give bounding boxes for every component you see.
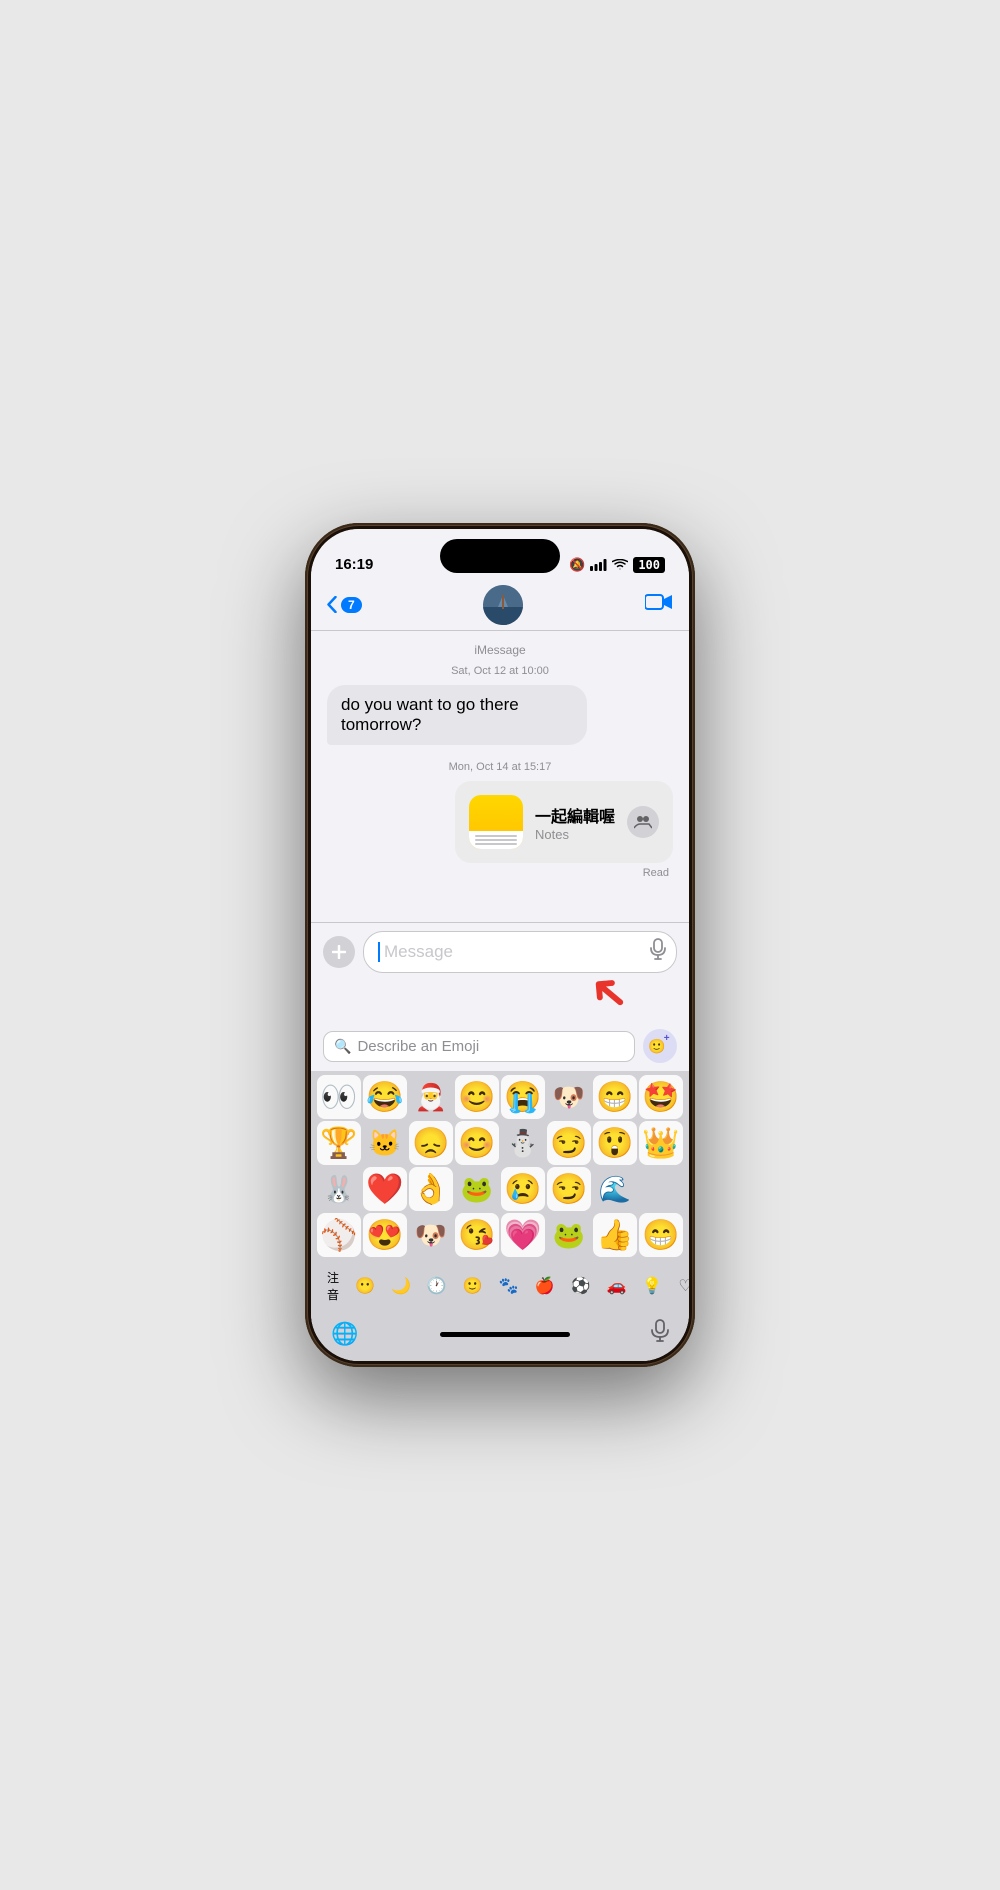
bopomofo-button[interactable]: 注音 bbox=[319, 1265, 347, 1307]
emoji-wave-sticker[interactable]: 🌊 bbox=[593, 1167, 637, 1211]
service-label: iMessage bbox=[327, 643, 673, 657]
timestamp1: Sat, Oct 12 at 10:00 bbox=[327, 665, 673, 677]
status-icons: 🔕 100 bbox=[569, 557, 665, 573]
emoji-frog-umbrella[interactable]: 🐸 bbox=[455, 1167, 499, 1211]
emoji-sad[interactable]: 😞 bbox=[409, 1121, 453, 1165]
emoji-ok-hand[interactable]: 👌 bbox=[409, 1167, 453, 1211]
emoji-frog2-umbrella[interactable]: 🐸 bbox=[547, 1213, 591, 1257]
signal-icon bbox=[590, 559, 607, 571]
message-input-field[interactable]: Message bbox=[363, 931, 677, 973]
emoji-baseball[interactable]: ⚾ bbox=[317, 1213, 361, 1257]
received-bubble: do you want to go there tomorrow? bbox=[327, 685, 587, 745]
cat-heart-button[interactable]: ♡ bbox=[670, 1272, 689, 1300]
nav-bar: 7 bbox=[311, 579, 689, 631]
read-receipt: Read bbox=[327, 867, 673, 879]
emoji-search-placeholder: Describe an Emoji bbox=[357, 1038, 479, 1055]
emoji-dog-sticker[interactable]: 🐶 bbox=[547, 1075, 591, 1119]
video-icon bbox=[645, 592, 673, 612]
contact-avatar[interactable] bbox=[483, 585, 523, 625]
emoji-grin2[interactable]: 😁 bbox=[639, 1213, 683, 1257]
emoji-astonished[interactable]: 😲 bbox=[593, 1121, 637, 1165]
search-icon: 🔍 bbox=[334, 1038, 351, 1055]
globe-button[interactable]: 🌐 bbox=[331, 1321, 358, 1347]
emoji-cat-sleep[interactable]: 🐱 bbox=[363, 1121, 407, 1165]
chevron-left-icon bbox=[327, 596, 337, 613]
emoji-heart-eyes[interactable]: 😍 bbox=[363, 1213, 407, 1257]
back-badge: 7 bbox=[341, 597, 362, 613]
shared-notes-card[interactable]: 一起編輯喔 Notes bbox=[455, 781, 673, 863]
timestamp2: Mon, Oct 14 at 15:17 bbox=[327, 761, 673, 773]
video-call-button[interactable] bbox=[645, 592, 673, 618]
sent-card-row: 一起編輯喔 Notes bbox=[327, 781, 673, 867]
attachment-button[interactable] bbox=[323, 936, 355, 968]
cat-car-button[interactable]: 🚗 bbox=[598, 1272, 634, 1300]
wifi-icon bbox=[612, 559, 628, 571]
phone-screen: 16:19 🔕 100 bbox=[311, 529, 689, 1361]
emoji-trophy[interactable]: 🏆 bbox=[317, 1121, 361, 1165]
cat-bulb-button[interactable]: 💡 bbox=[634, 1272, 670, 1300]
emoji-grid: 👀 😂 🎅 😊 😭 🐶 😁 🤩 🏆 🐱 😞 😊 ⛄ 😏 😲 👑 🐰 bbox=[311, 1071, 689, 1261]
cat-smiley-button[interactable]: 🙂 bbox=[455, 1272, 491, 1300]
mic-icon[interactable] bbox=[650, 938, 666, 966]
group-icon bbox=[634, 814, 652, 830]
home-indicator bbox=[440, 1332, 570, 1337]
back-button[interactable]: 7 bbox=[327, 596, 362, 613]
emoji-smile[interactable]: 😊 bbox=[455, 1075, 499, 1119]
emoji-grin[interactable]: 😁 bbox=[593, 1075, 637, 1119]
emoji-add-button[interactable]: 🙂+ bbox=[643, 1029, 677, 1063]
shared-card-content: 一起編輯喔 Notes bbox=[535, 803, 615, 842]
cat-apple-button[interactable]: 🍎 bbox=[527, 1272, 563, 1300]
shared-card-action-btn[interactable] bbox=[627, 806, 659, 838]
emoji-anguish[interactable]: 😢 bbox=[501, 1167, 545, 1211]
emoji-laughcry[interactable]: 😂 bbox=[363, 1075, 407, 1119]
keyboard-mic-button[interactable] bbox=[651, 1319, 669, 1349]
text-cursor bbox=[378, 942, 380, 962]
emoji-snowman2[interactable]: ⛄ bbox=[501, 1121, 545, 1165]
emoji-snowman-gift[interactable]: 🎅 bbox=[409, 1075, 453, 1119]
phone-shell: 16:19 🔕 100 bbox=[305, 523, 695, 1367]
cat-paw-button[interactable]: 🐾 bbox=[491, 1272, 527, 1300]
emoji-dog2-sticker[interactable]: 🐶 bbox=[409, 1213, 453, 1257]
emoji-bunny-sticker[interactable]: 🐰 bbox=[317, 1167, 361, 1211]
arrow-overlay: ➜ bbox=[311, 977, 689, 1017]
emoji-sobbing[interactable]: 😭 bbox=[501, 1075, 545, 1119]
status-bar: 16:19 🔕 100 bbox=[311, 529, 689, 579]
emoji-crown[interactable]: 👑 bbox=[639, 1121, 683, 1165]
emoji-thumbsup[interactable]: 👍 bbox=[593, 1213, 637, 1257]
emoji-smirk[interactable]: 😏 bbox=[547, 1121, 591, 1165]
keyboard-microphone-icon bbox=[651, 1319, 669, 1343]
cat-moon-button[interactable]: 🌙 bbox=[383, 1272, 419, 1300]
messages-area[interactable]: iMessage Sat, Oct 12 at 10:00 do you wan… bbox=[311, 631, 689, 922]
emoji-search-bar: 🔍 Describe an Emoji 🙂+ bbox=[311, 1021, 689, 1071]
emoji-search-field[interactable]: 🔍 Describe an Emoji bbox=[323, 1031, 635, 1062]
avatar-image bbox=[483, 585, 523, 625]
emoji-blank bbox=[639, 1167, 683, 1211]
emoji-pink-heart[interactable]: 💗 bbox=[501, 1213, 545, 1257]
emoji-smirk2[interactable]: 😏 bbox=[547, 1167, 591, 1211]
emoji-heart[interactable]: ❤️ bbox=[363, 1167, 407, 1211]
mute-icon: 🔕 bbox=[569, 557, 585, 573]
cat-faces-button[interactable]: 😶 bbox=[347, 1272, 383, 1300]
notes-app-icon bbox=[469, 795, 523, 849]
emoji-keyboard[interactable]: 🔍 Describe an Emoji 🙂+ 👀 😂 🎅 😊 😭 🐶 😁 🤩 bbox=[311, 1021, 689, 1361]
status-time: 16:19 bbox=[335, 556, 373, 573]
received-message-row: do you want to go there tomorrow? bbox=[327, 685, 673, 753]
dynamic-island bbox=[440, 539, 560, 573]
emoji-eyes[interactable]: 👀 bbox=[317, 1075, 361, 1119]
shared-card-title: 一起編輯喔 bbox=[535, 803, 615, 827]
microphone-icon bbox=[650, 938, 666, 960]
message-input-area: Message bbox=[311, 922, 689, 981]
plus-icon bbox=[332, 945, 346, 959]
cat-clock-button[interactable]: 🕐 bbox=[419, 1272, 455, 1300]
emoji-star-eyes[interactable]: 🤩 bbox=[639, 1075, 683, 1119]
cat-ball-button[interactable]: ⚽ bbox=[563, 1272, 599, 1300]
battery-icon: 100 bbox=[633, 557, 665, 573]
keyboard-global-row: 🌐 bbox=[311, 1313, 689, 1361]
shared-card-subtitle: Notes bbox=[535, 827, 615, 842]
emoji-happy[interactable]: 😊 bbox=[455, 1121, 499, 1165]
emoji-kiss[interactable]: 😘 bbox=[455, 1213, 499, 1257]
keyboard-category-bar: 注音 😶 🌙 🕐 🙂 🐾 🍎 ⚽ 🚗 💡 ♡ ⚑ ⌫ bbox=[311, 1261, 689, 1313]
